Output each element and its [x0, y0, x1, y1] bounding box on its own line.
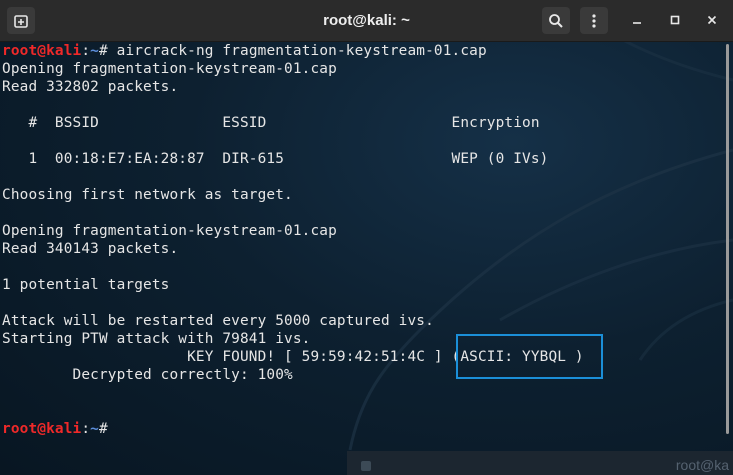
close-icon — [707, 15, 717, 25]
search-icon — [549, 13, 563, 28]
table-row: 1 00:18:E7:EA:28:87 DIR-615 WEP (0 IVs) — [2, 151, 549, 167]
output-line: Opening fragmentation-keystream-01.cap — [2, 223, 337, 239]
maximize-icon — [670, 15, 680, 25]
scrollbar[interactable] — [726, 44, 729, 434]
prompt-line: root@kali:~# — [2, 421, 108, 437]
decrypted-line: Decrypted correctly: 100% — [2, 367, 293, 383]
prompt-path: ~ — [90, 43, 99, 59]
command-line: root@kali:~# aircrack-ng fragmentation-k… — [2, 43, 487, 59]
prompt-user-host: root@kali — [2, 43, 82, 59]
terminal-output[interactable]: root@kali:~# aircrack-ng fragmentation-k… — [0, 42, 722, 475]
title-bar: root@kali: ~ — [0, 0, 733, 42]
output-line: Choosing first network as target. — [2, 187, 293, 203]
ascii-key-highlight — [456, 334, 603, 379]
window-title: root@kali: ~ — [323, 12, 410, 29]
minimize-button[interactable] — [627, 10, 647, 30]
menu-button[interactable] — [580, 7, 608, 34]
prompt-symbol: # — [98, 43, 108, 59]
maximize-button[interactable] — [665, 10, 685, 30]
search-button[interactable] — [542, 7, 570, 34]
output-line: Read 340143 packets. — [2, 241, 179, 257]
minimize-icon — [633, 22, 641, 24]
output-line: Attack will be restarted every 5000 capt… — [2, 313, 434, 329]
output-line: Opening fragmentation-keystream-01.cap — [2, 61, 337, 77]
background-window-title: root@ka — [675, 457, 729, 473]
kebab-menu-icon — [592, 13, 596, 28]
output-line: Read 332802 packets. — [2, 79, 179, 95]
table-header: # BSSID ESSID Encryption — [2, 115, 540, 131]
terminal-window: root@kali: ~ root@kali:~# aircrack-ng fr… — [0, 0, 733, 475]
output-line: 1 potential targets — [2, 277, 170, 293]
output-line: Starting PTW attack with 79841 ivs. — [2, 331, 311, 347]
command-text: aircrack-ng fragmentation-keystream-01.c… — [107, 43, 487, 59]
close-button[interactable] — [702, 10, 722, 30]
background-window-icon — [361, 461, 371, 471]
background-window: root@ka — [347, 451, 733, 475]
